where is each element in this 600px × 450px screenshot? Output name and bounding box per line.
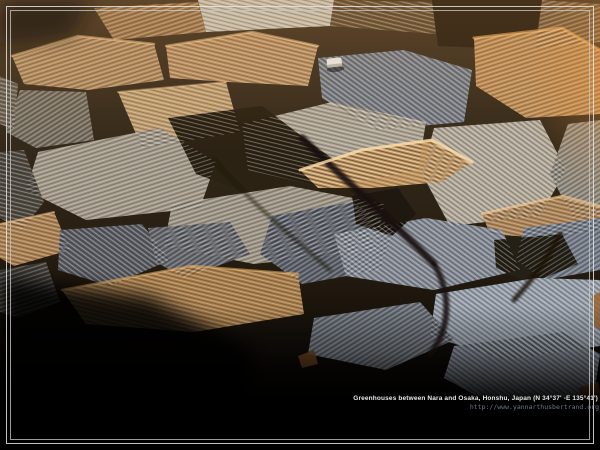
- caption-title: Greenhouses between Nara and Osaka, Hons…: [353, 396, 598, 403]
- caption: Greenhouses between Nara and Osaka, Hons…: [353, 396, 598, 411]
- aerial-photo: [0, 0, 600, 450]
- shadow-vignettes: [0, 0, 600, 450]
- caption-url: http://www.yannarthusbertrand.org: [353, 404, 599, 411]
- desktop-wallpaper: Greenhouses between Nara and Osaka, Hons…: [0, 0, 600, 450]
